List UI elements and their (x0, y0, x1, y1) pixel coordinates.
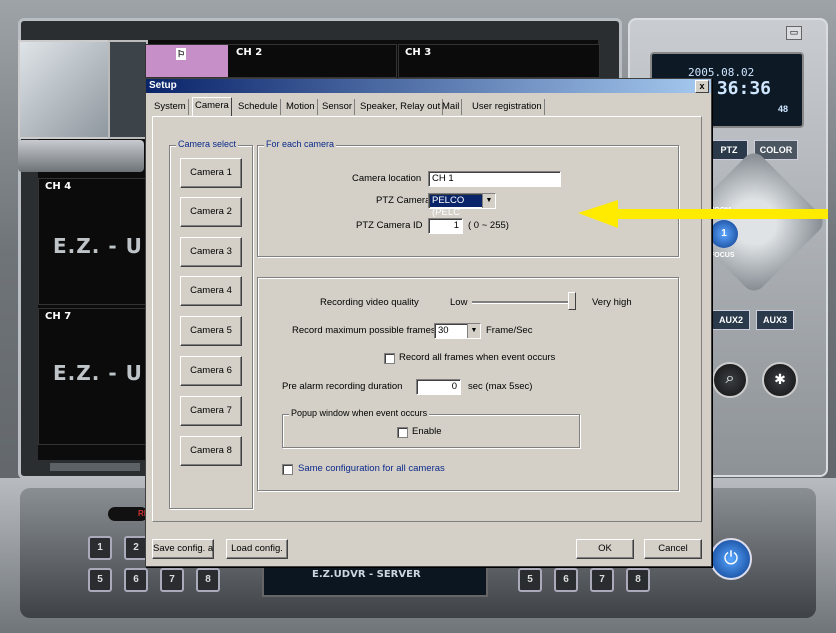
server-title: E.Z.UDVR - SERVER (312, 569, 421, 580)
dialog-title: Setup (149, 80, 177, 91)
clock-time: :36:36 (706, 78, 772, 99)
channel-button-7b[interactable]: 7 (590, 568, 614, 592)
record-all-frames-checkbox[interactable] (384, 353, 395, 364)
close-icon[interactable]: x (695, 80, 709, 93)
camera-select-title: Camera select (176, 139, 239, 149)
mini-dvr-device (18, 140, 144, 172)
channel-cell-ch3[interactable]: CH 3 (398, 44, 600, 78)
popup-enable-checkbox[interactable] (397, 427, 408, 438)
dialog-titlebar: Setup x (146, 79, 711, 93)
ez-watermark: E.Z. - U (53, 361, 143, 385)
camera-tab-panel: Camera select Camera 1 Camera 2 Camera 3… (152, 116, 702, 522)
tab-user-registration[interactable]: User registration (470, 99, 545, 115)
tab-system[interactable]: System (152, 99, 189, 115)
camera-location-label: Camera location (352, 173, 422, 184)
frames-unit-label: Frame/Sec (486, 325, 533, 336)
popup-enable-label: Enable (412, 426, 442, 437)
for-each-camera-title: For each camera (264, 139, 337, 149)
ch4-label: CH 4 (45, 181, 72, 192)
ch3-label: CH 3 (405, 47, 432, 58)
record-all-frames-label: Record all frames when event occurs (399, 352, 556, 363)
search-icon[interactable]: ⌕ (712, 362, 748, 398)
minimize-button[interactable]: ▭ (786, 26, 802, 40)
tab-speaker-relay[interactable]: Speaker, Relay out (358, 99, 444, 115)
aux3-button[interactable]: AUX3 (756, 310, 794, 330)
channel-button-6b[interactable]: 6 (554, 568, 578, 592)
ptz-camera-label: PTZ Camera (376, 195, 431, 206)
ch7-label: CH 7 (45, 311, 72, 322)
load-config-button[interactable]: Load config. (226, 539, 288, 559)
clock-percent: 48 (778, 104, 789, 114)
tab-camera[interactable]: Camera (192, 97, 232, 117)
channel-cell-ch2[interactable]: ⚐ CH 2 (145, 44, 397, 78)
ptz-id-label: PTZ Camera ID (356, 220, 423, 231)
channel-cell-ch4[interactable]: CH 4 E.Z. - U (38, 178, 146, 305)
camera-1-button[interactable]: Camera 1 (180, 158, 242, 188)
channel-button-6[interactable]: 6 (124, 568, 148, 592)
max-frames-select[interactable]: 30 ▼ (434, 323, 481, 339)
camera-3-button[interactable]: Camera 3 (180, 237, 242, 267)
recording-settings-group: Recording video quality Low Very high Re… (257, 277, 679, 491)
person-icon: ⚐ (176, 48, 186, 60)
pre-alarm-input[interactable]: 0 (416, 379, 461, 395)
channel-button-7[interactable]: 7 (160, 568, 184, 592)
popup-window-title: Popup window when event occurs (289, 408, 430, 418)
focus-label: FOCUS (710, 252, 735, 259)
quality-low-label: Low (450, 297, 468, 308)
setup-dialog: Setup x System Camera Schedule Motion Se… (145, 78, 712, 567)
camera-6-button[interactable]: Camera 6 (180, 356, 242, 386)
camera-4-button[interactable]: Camera 4 (180, 276, 242, 306)
same-config-checkbox[interactable] (282, 464, 293, 475)
max-frames-label: Record maximum possible frames (292, 325, 436, 336)
channel-cell-ch7[interactable]: CH 7 E.Z. - U (38, 308, 146, 445)
quality-slider-track[interactable] (472, 301, 572, 304)
camera-7-button[interactable]: Camera 7 (180, 396, 242, 426)
annotation-arrow-icon (578, 200, 828, 228)
pre-alarm-label: Pre alarm recording duration (282, 381, 403, 392)
channel-button-8b[interactable]: 8 (626, 568, 650, 592)
max-frames-value: 30 (438, 325, 449, 336)
mini-control-panel (108, 40, 148, 139)
channel-button-8[interactable]: 8 (196, 568, 220, 592)
cancel-button[interactable]: Cancel (644, 539, 702, 559)
channel-button-5[interactable]: 5 (88, 568, 112, 592)
popup-window-group: Popup window when event occurs Enable (282, 408, 580, 448)
camera-thumbnail[interactable] (18, 40, 110, 139)
tab-schedule[interactable]: Schedule (236, 99, 281, 115)
grid-bottom-bar (50, 463, 140, 471)
server-status-display: E.Z.UDVR - SERVER (262, 563, 488, 597)
power-icon[interactable]: ⏻ (710, 538, 752, 580)
tab-sensor[interactable]: Sensor (320, 99, 356, 115)
ch2-label: CH 2 (236, 47, 263, 58)
save-config-button[interactable]: Save config. a (152, 539, 214, 559)
ptz-id-range: ( 0 ~ 255) (468, 220, 509, 231)
tab-motion[interactable]: Motion (284, 99, 318, 115)
quality-slider-thumb[interactable] (568, 292, 576, 310)
ch2-indicator (146, 45, 228, 77)
tab-ptz[interactable]: PTZ (710, 140, 748, 160)
chevron-down-icon[interactable]: ▼ (467, 324, 480, 338)
channel-button-5b[interactable]: 5 (518, 568, 542, 592)
chevron-down-icon[interactable]: ▼ (482, 194, 495, 208)
same-config-label: Same configuration for all cameras (298, 463, 445, 474)
pre-alarm-unit: sec (max 5sec) (468, 381, 533, 392)
channel-button-1[interactable]: 1 (88, 536, 112, 560)
camera-location-input[interactable]: CH 1 (428, 171, 561, 187)
recording-quality-label: Recording video quality (320, 297, 419, 308)
camera-5-button[interactable]: Camera 5 (180, 316, 242, 346)
tab-strip: System Camera Schedule Motion Sensor Spe… (152, 97, 702, 117)
ok-button[interactable]: OK (576, 539, 634, 559)
camera-select-group: Camera select Camera 1 Camera 2 Camera 3… (169, 139, 253, 509)
tab-mail[interactable]: Mail (440, 99, 463, 115)
record-indicator: RE (108, 507, 149, 521)
camera-2-button[interactable]: Camera 2 (180, 197, 242, 227)
ez-watermark: E.Z. - U (53, 234, 143, 258)
ptz-camera-select[interactable]: PELCO (PELC ▼ (428, 193, 496, 218)
setup-icon[interactable]: ✱ (762, 362, 798, 398)
camera-8-button[interactable]: Camera 8 (180, 436, 242, 466)
ptz-camera-id-input[interactable]: 1 (428, 218, 463, 234)
quality-high-label: Very high (592, 297, 632, 308)
aux2-button[interactable]: AUX2 (712, 310, 750, 330)
